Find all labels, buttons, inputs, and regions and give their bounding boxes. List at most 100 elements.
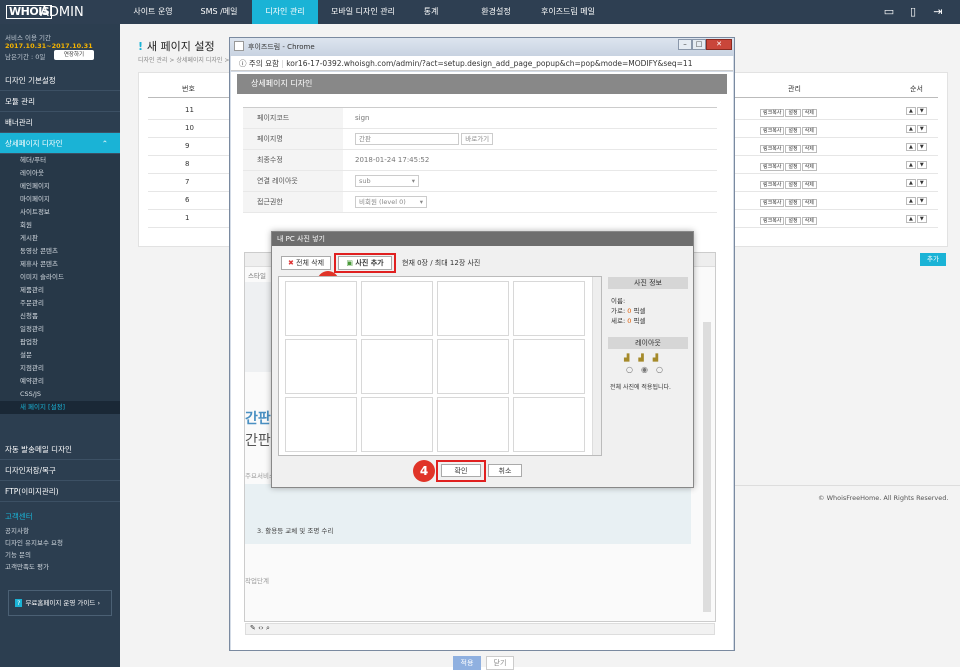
sidebar-sub-item[interactable]: 동영상 콘텐츠	[0, 245, 120, 258]
support-item[interactable]: 공지사항	[5, 525, 63, 537]
settings-button[interactable]: 설정	[785, 217, 801, 225]
grid-scrollbar[interactable]	[592, 277, 601, 455]
settings-button[interactable]: 설정	[785, 127, 801, 135]
add-photo-button[interactable]: ▣ 사진 추가	[338, 256, 392, 270]
delete-button[interactable]: 삭제	[801, 127, 817, 135]
support-item[interactable]: 기능 문의	[5, 549, 63, 561]
delete-button[interactable]: 삭제	[801, 109, 817, 117]
layout-radio-group[interactable]: ○◉○	[626, 365, 671, 374]
delete-button[interactable]: 삭제	[801, 199, 817, 207]
delete-all-button[interactable]: ✖ 전체 삭제	[281, 256, 331, 270]
move-up-icon[interactable]: ▲	[906, 197, 916, 205]
sidebar-sub-item[interactable]: 레이아웃	[0, 167, 120, 180]
move-up-icon[interactable]: ▲	[906, 161, 916, 169]
move-down-icon[interactable]: ▼	[916, 179, 927, 187]
settings-button[interactable]: 설정	[785, 145, 801, 153]
sidebar-sub-item[interactable]: 주문관리	[0, 297, 120, 310]
photo-slot[interactable]	[437, 397, 509, 452]
move-up-icon[interactable]: ▲	[906, 107, 916, 115]
nav-mobile-design[interactable]: 모바일 디자인 관리	[318, 0, 408, 24]
sidebar-item-module[interactable]: 모듈 관리	[0, 91, 120, 112]
close-popup-button[interactable]: 닫기	[486, 656, 514, 670]
support-item[interactable]: 고객만족도 평가	[5, 561, 63, 573]
sidebar-sub-item[interactable]: 팝업창	[0, 336, 120, 349]
delete-button[interactable]: 삭제	[801, 145, 817, 153]
link-copy-button[interactable]: 링크복사	[760, 109, 785, 117]
sidebar-sub-item[interactable]: 이미지 슬라이드	[0, 271, 120, 284]
monitor-icon[interactable]: ▭	[881, 4, 897, 20]
logo[interactable]: WHOIS ADMIN	[0, 0, 120, 24]
move-down-icon[interactable]: ▼	[916, 161, 927, 169]
photo-slot[interactable]	[361, 339, 433, 394]
photo-slot[interactable]	[361, 397, 433, 452]
code-icon[interactable]: ‹›	[258, 624, 264, 632]
sidebar-item-design-backup[interactable]: 디자인저장/복구	[0, 460, 120, 481]
photo-slot[interactable]	[361, 281, 433, 336]
sidebar-sub-item[interactable]: 예약관리	[0, 375, 120, 388]
photo-slot[interactable]	[513, 281, 585, 336]
maximize-button[interactable]: □	[692, 39, 706, 50]
move-up-icon[interactable]: ▲	[906, 125, 916, 133]
access-select[interactable]: 비회원 (level 0) ▾	[355, 196, 427, 208]
editor-scrollbar[interactable]	[703, 322, 711, 612]
apply-button[interactable]: 적용	[453, 656, 481, 670]
guide-button[interactable]: ? 무료홈페이지 운영 가이드 ›	[8, 590, 112, 616]
sidebar-item-ftp[interactable]: FTP(이미지관리)	[0, 481, 120, 502]
nav-sms-mail[interactable]: SMS /메일	[186, 0, 252, 24]
photo-slot[interactable]	[437, 339, 509, 394]
link-copy-button[interactable]: 링크복사	[760, 181, 785, 189]
move-up-icon[interactable]: ▲	[906, 143, 916, 151]
sidebar-sub-item[interactable]: 제휴사 콘텐츠	[0, 258, 120, 271]
sidebar-sub-item[interactable]: 메인페이지	[0, 180, 120, 193]
move-up-icon[interactable]: ▲	[906, 215, 916, 223]
settings-button[interactable]: 설정	[785, 163, 801, 171]
sidebar-sub-item[interactable]: 지점관리	[0, 362, 120, 375]
sidebar-sub-item[interactable]: 헤더/푸터	[0, 154, 120, 167]
move-up-icon[interactable]: ▲	[906, 179, 916, 187]
settings-button[interactable]: 설정	[785, 199, 801, 207]
page-name-input[interactable]: 간판	[355, 133, 459, 145]
logout-icon[interactable]: ⇥	[930, 4, 946, 20]
sidebar-sub-item-new-page[interactable]: 새 페이지 [설정]	[0, 401, 120, 414]
link-copy-button[interactable]: 링크복사	[760, 163, 785, 171]
move-down-icon[interactable]: ▼	[916, 215, 927, 223]
sidebar-sub-item[interactable]: 회원	[0, 219, 120, 232]
delete-button[interactable]: 삭제	[801, 163, 817, 171]
photo-slot[interactable]	[285, 339, 357, 394]
move-down-icon[interactable]: ▼	[916, 197, 927, 205]
sidebar-sub-item[interactable]: 사이트정보	[0, 206, 120, 219]
ok-button[interactable]: 확인	[441, 464, 481, 477]
nav-whois-mail[interactable]: 후이즈드림 메일	[538, 0, 598, 24]
sidebar-sub-item[interactable]: 게시판	[0, 232, 120, 245]
minimize-button[interactable]: –	[678, 39, 692, 50]
settings-button[interactable]: 설정	[785, 181, 801, 189]
sidebar-sub-item[interactable]: 설문	[0, 349, 120, 362]
delete-button[interactable]: 삭제	[801, 217, 817, 225]
sidebar-sub-item[interactable]: 일정관리	[0, 323, 120, 336]
support-item[interactable]: 디자인 유지보수 요청	[5, 537, 63, 549]
extend-button[interactable]: 연장하기	[54, 50, 94, 60]
add-button[interactable]: 추가	[920, 253, 946, 266]
sidebar-item-detail-design[interactable]: 상세페이지 디자인 ⌃	[0, 133, 120, 154]
sidebar-sub-item[interactable]: 마이페이지	[0, 193, 120, 206]
window-titlebar[interactable]: 후이즈드림 - Chrome	[230, 38, 734, 56]
close-button[interactable]: ✕	[706, 39, 732, 50]
cancel-button[interactable]: 취소	[488, 464, 522, 477]
url-bar[interactable]: ⓘ 주의 요함 | kor16-17-0392.whoisgh.com/admi…	[231, 56, 733, 71]
settings-button[interactable]: 설정	[785, 109, 801, 117]
photo-slot[interactable]	[285, 397, 357, 452]
nav-settings[interactable]: 환경설정	[454, 0, 538, 24]
mobile-icon[interactable]: ▯	[905, 4, 921, 20]
photo-slot[interactable]	[513, 339, 585, 394]
photo-slot[interactable]	[513, 397, 585, 452]
link-copy-button[interactable]: 링크복사	[760, 145, 785, 153]
move-down-icon[interactable]: ▼	[916, 125, 927, 133]
link-copy-button[interactable]: 링크복사	[760, 217, 785, 225]
nav-design-manage[interactable]: 디자인 관리	[252, 0, 318, 24]
sidebar-sub-item[interactable]: 신청폼	[0, 310, 120, 323]
pencil-icon[interactable]: ✎	[250, 624, 256, 632]
sidebar-sub-item[interactable]: CSS/JS	[0, 388, 120, 401]
preview-icon[interactable]: ⌕	[266, 624, 270, 632]
sidebar-item-design-basic[interactable]: 디자인 기본설정	[0, 70, 120, 91]
move-down-icon[interactable]: ▼	[916, 143, 927, 151]
